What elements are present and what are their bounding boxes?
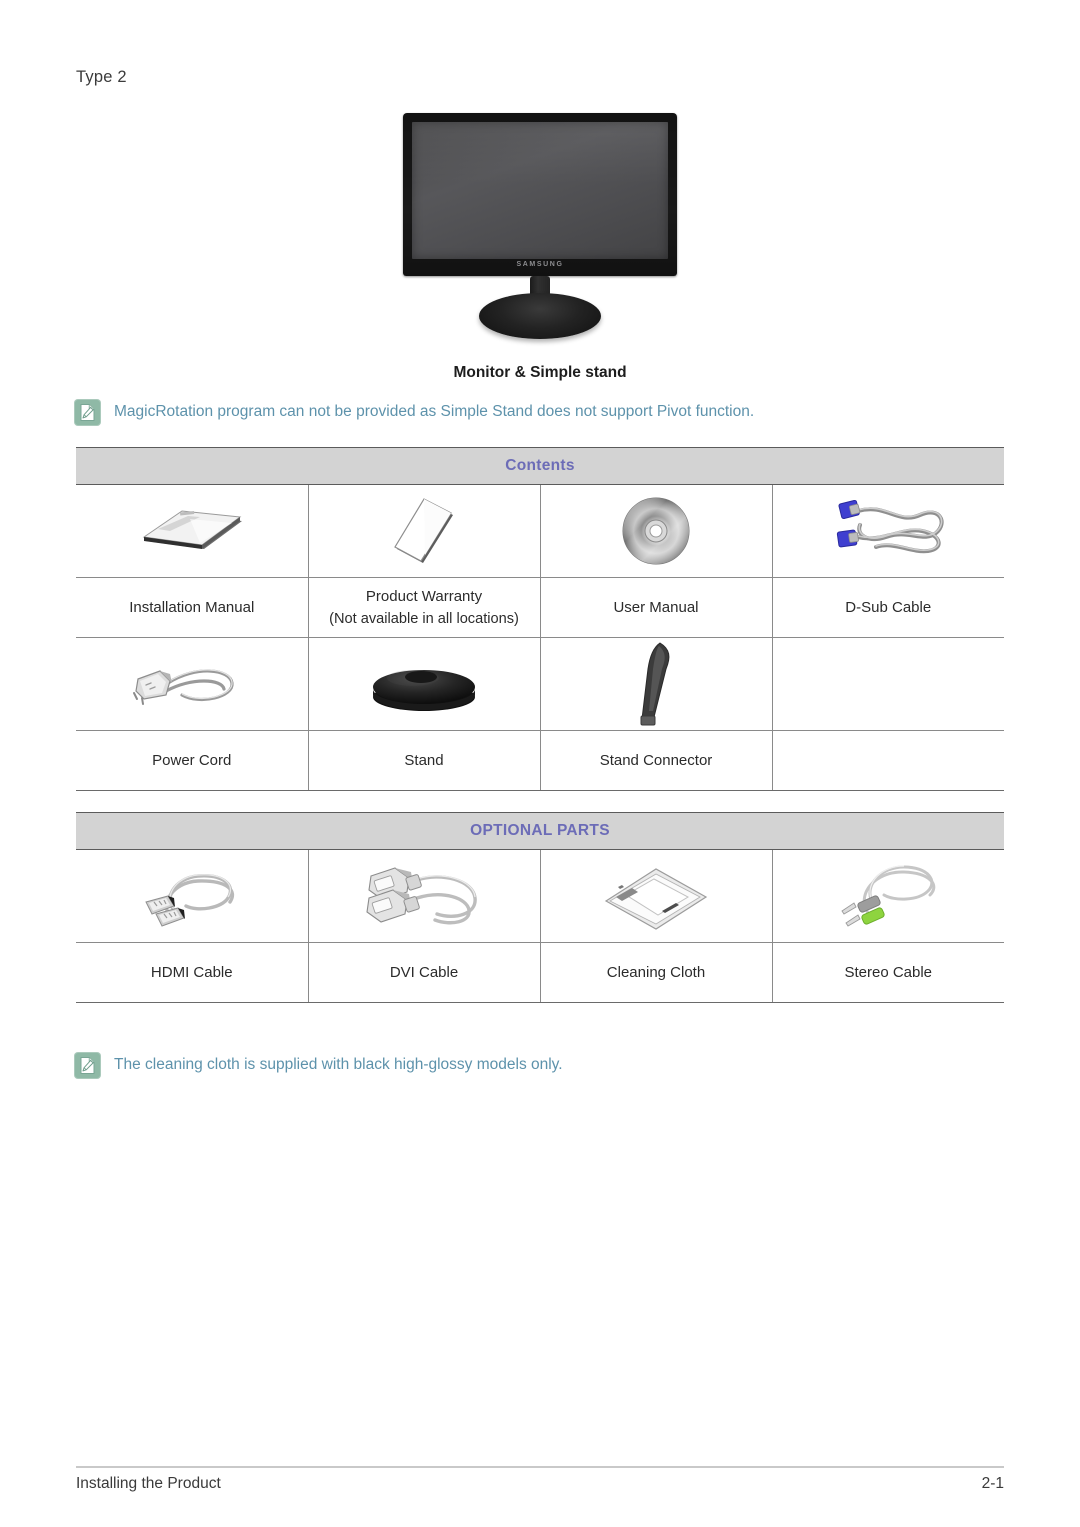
user-manual-cd-icon (620, 495, 692, 567)
footer-divider (76, 1466, 1004, 1468)
cell-user-manual-image (540, 484, 773, 578)
optional-table-header-row: OPTIONAL PARTS (76, 812, 1004, 850)
label-cleaning-cloth: Cleaning Cloth (540, 942, 773, 1003)
table-row: HDMI Cable DVI Cable Cleaning Cloth Ster… (76, 942, 1004, 1003)
d-sub-cable-icon (824, 493, 952, 569)
table-row (76, 849, 1004, 943)
cell-dsub-cable-image (772, 484, 1004, 578)
footer-page-number: 2-1 (981, 1475, 1004, 1492)
label-dvi-cable: DVI Cable (308, 942, 541, 1003)
label-hdmi-cable: HDMI Cable (76, 942, 309, 1003)
table-row (76, 484, 1004, 578)
cell-dvi-cable-image (308, 849, 541, 943)
cell-stereo-cable-image (772, 849, 1004, 943)
stand-base-icon (365, 653, 483, 715)
hdmi-cable-icon (132, 856, 252, 936)
label-product-warranty: Product Warranty (Not available in all l… (308, 577, 541, 638)
dvi-cable-icon (355, 854, 493, 938)
samsung-logo: SAMSUNG (516, 261, 564, 268)
note-pencil-icon (74, 399, 101, 426)
note-pencil-icon (74, 1052, 101, 1079)
footer-section-title: Installing the Product (76, 1475, 221, 1492)
document-page: Type 2 SAMSUNG Monitor & Simple stand Ma… (0, 0, 1080, 1527)
label-stand-connector: Stand Connector (540, 730, 773, 791)
cell-cleaning-cloth-image (540, 849, 773, 943)
table-row: Installation Manual Product Warranty (No… (76, 577, 1004, 638)
monitor-hero-image: SAMSUNG (403, 113, 677, 345)
cell-stand-image (308, 637, 541, 731)
contents-table-header-row: Contents (76, 447, 1004, 485)
page-type-label: Type 2 (76, 68, 127, 86)
contents-table: Contents Installation Manual Product War… (76, 447, 1004, 791)
cell-product-warranty-image (308, 484, 541, 578)
optional-parts-section-header: OPTIONAL PARTS (76, 812, 1004, 850)
monitor-screen (412, 122, 668, 259)
contents-section-header: Contents (76, 447, 1004, 485)
label-empty (772, 730, 1004, 791)
stereo-cable-icon (828, 853, 948, 939)
installation-manual-icon (132, 499, 252, 563)
note-magicrotation: MagicRotation program can not be provide… (74, 399, 754, 426)
table-row (76, 637, 1004, 731)
hero-caption: Monitor & Simple stand (453, 364, 627, 381)
label-power-cord: Power Cord (76, 730, 309, 791)
label-stand: Stand (308, 730, 541, 791)
note-cleaning-cloth-text: The cleaning cloth is supplied with blac… (114, 1056, 563, 1073)
table-row: Power Cord Stand Stand Connector (76, 730, 1004, 791)
cell-installation-manual-image (76, 484, 309, 578)
monitor-bezel (403, 113, 677, 276)
cell-stand-connector-image (540, 637, 773, 731)
cleaning-cloth-icon (596, 855, 716, 937)
label-product-warranty-sub: (Not available in all locations) (329, 610, 519, 627)
label-installation-manual: Installation Manual (76, 577, 309, 638)
product-warranty-icon (381, 495, 467, 567)
label-dsub-cable: D-Sub Cable (772, 577, 1004, 638)
monitor-base (479, 293, 601, 339)
label-stereo-cable: Stereo Cable (772, 942, 1004, 1003)
note-cleaning-cloth: The cleaning cloth is supplied with blac… (74, 1052, 563, 1079)
optional-parts-table: OPTIONAL PARTS HDMI Cable DVI Cable Clea… (76, 812, 1004, 1003)
power-cord-icon (126, 649, 258, 719)
label-product-warranty-main: Product Warranty (365, 587, 483, 605)
cell-empty-image (772, 637, 1004, 731)
note-magicrotation-text: MagicRotation program can not be provide… (114, 403, 755, 420)
stand-connector-icon (626, 639, 686, 729)
cell-power-cord-image (76, 637, 309, 731)
cell-hdmi-cable-image (76, 849, 309, 943)
label-user-manual: User Manual (540, 577, 773, 638)
